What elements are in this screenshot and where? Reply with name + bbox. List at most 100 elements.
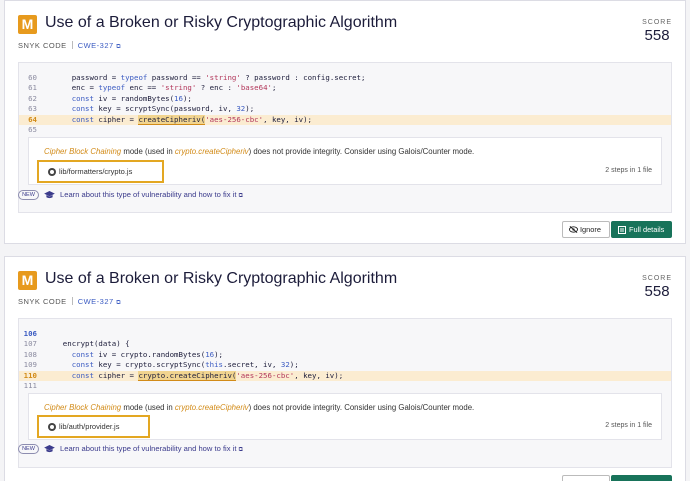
code-token: const — [71, 349, 94, 359]
code-token: password = — [45, 73, 121, 82]
score-value: 558 — [644, 27, 670, 44]
code-token: , key, iv); — [294, 370, 344, 380]
score-block: SCORE 558 — [642, 275, 672, 300]
code-snippet: 60 password = typeof password == 'string… — [19, 73, 671, 135]
new-badge: NEW — [18, 190, 39, 200]
action-buttons: Ignore Full details — [552, 221, 672, 238]
learn-link[interactable]: Learn about this type of vulnerability a… — [60, 444, 243, 454]
line-number: 111 — [23, 380, 37, 390]
code-line-highlighted: 110 const cipher = crypto.createCipheriv… — [19, 370, 671, 381]
code-token: const — [71, 93, 94, 103]
code-token: ); — [182, 93, 192, 103]
new-badge: NEW — [18, 444, 39, 454]
code-token: ); — [214, 349, 224, 359]
file-path-link[interactable]: lib/auth/provider.js — [37, 415, 150, 438]
issue-meta: SNYK CODE CWE-327 ⧉ — [18, 41, 121, 51]
code-token: enc = — [45, 83, 99, 93]
code-token: password == — [147, 73, 206, 82]
code-token: const — [71, 114, 94, 124]
code-token: ? enc : — [196, 83, 237, 93]
code-line: 62 const iv = randomBytes(16); — [19, 94, 671, 104]
source-label: SNYK CODE — [18, 41, 67, 50]
line-number: 64 — [28, 114, 37, 124]
code-token: .secret, iv, — [223, 360, 281, 370]
issue-title[interactable]: Use of a Broken or Risky Cryptographic A… — [45, 14, 397, 32]
code-token: cipher = — [93, 370, 139, 380]
line-number: 63 — [28, 104, 37, 114]
ignore-button[interactable] — [562, 475, 610, 481]
issue-meta: SNYK CODE CWE-327 ⧉ — [18, 297, 121, 307]
line-number: 61 — [28, 83, 37, 93]
function-highlight: crypto.createCipheriv — [174, 147, 249, 156]
divider — [71, 297, 73, 305]
external-link-icon: ⧉ — [116, 300, 122, 306]
code-line: 108 const iv = crypto.randomBytes(16); — [19, 350, 671, 360]
issue-header: M Use of a Broken or Risky Cryptographic… — [18, 14, 672, 55]
code-token: typeof — [98, 83, 126, 93]
code-line: 111 — [19, 381, 671, 391]
code-token: iv = randomBytes( — [93, 93, 175, 103]
code-line: 65 — [19, 125, 671, 135]
message-text-end: ) does not provide integrity. Consider u… — [248, 403, 475, 412]
divider — [71, 41, 73, 49]
code-line: 109 const key = crypto.scryptSync(this.s… — [19, 360, 671, 370]
learn-link-text: Learn about this type of vulnerability a… — [60, 444, 237, 453]
code-token: cipher = — [93, 114, 139, 124]
external-link-icon: ⧉ — [238, 193, 243, 199]
severity-badge: M — [18, 271, 37, 290]
line-number: 108 — [23, 349, 37, 359]
full-details-label: Full details — [629, 225, 665, 234]
code-token: ); — [289, 360, 299, 370]
issue-title[interactable]: Use of a Broken or Risky Cryptographic A… — [45, 270, 397, 288]
cbc-highlight: Cipher Block Chaining — [44, 403, 122, 412]
details-icon — [618, 226, 626, 234]
code-token: key = crypto.scryptSync( — [93, 360, 206, 370]
learn-link-text: Learn about this type of vulnerability a… — [60, 190, 237, 199]
code-token: 'aes-256-cbc' — [236, 370, 295, 380]
line-number: 62 — [28, 93, 37, 103]
line-number: 109 — [23, 360, 37, 370]
line-number: 106 — [23, 329, 37, 338]
ignore-button[interactable]: Ignore — [562, 221, 610, 238]
code-line: 106 — [19, 329, 671, 339]
line-number: 65 — [28, 124, 37, 134]
code-token: iv = crypto.randomBytes( — [93, 349, 206, 359]
issue-card: M Use of a Broken or Risky Cryptographic… — [4, 0, 686, 244]
finding-message: Cipher Block Chaining mode (used in cryp… — [44, 147, 474, 156]
line-number: 110 — [23, 370, 37, 380]
severity-badge: M — [18, 15, 37, 34]
eye-off-icon — [569, 226, 578, 233]
code-line: 107 encrypt(data) { — [19, 339, 671, 349]
full-details-button[interactable]: Full details — [611, 221, 672, 238]
github-icon — [48, 423, 56, 431]
score-block: SCORE 558 — [642, 19, 672, 44]
learn-link[interactable]: Learn about this type of vulnerability a… — [60, 190, 243, 200]
code-snippet: 106 107 encrypt(data) {108 const iv = cry… — [19, 329, 671, 391]
line-number: 60 — [28, 73, 37, 82]
file-path-link[interactable]: lib/formatters/crypto.js — [37, 160, 164, 183]
code-token: key = scryptSync(password, iv, — [93, 104, 237, 114]
source-label: SNYK CODE — [18, 297, 67, 306]
finding-message: Cipher Block Chaining mode (used in cryp… — [44, 403, 474, 412]
cwe-link[interactable]: CWE-327 — [78, 41, 114, 50]
full-details-button[interactable] — [611, 475, 672, 481]
graduation-cap-icon — [44, 191, 55, 199]
file-path: lib/formatters/crypto.js — [59, 167, 133, 176]
score-value: 558 — [644, 283, 670, 300]
message-text: mode (used in — [121, 403, 175, 412]
function-highlight: crypto.createCipheriv — [174, 403, 249, 412]
cwe-link[interactable]: CWE-327 — [78, 297, 114, 306]
code-line-highlighted: 64 const cipher = createCipheriv('aes-25… — [19, 114, 671, 125]
code-token: 'aes-256-cbc' — [205, 114, 264, 124]
external-link-icon: ⧉ — [116, 44, 122, 50]
code-line: 61 enc = typeof enc == 'string' ? enc : … — [19, 83, 671, 93]
finding-box: Cipher Block Chaining mode (used in cryp… — [28, 137, 662, 185]
code-token: typeof — [120, 73, 148, 82]
code-token: 16 — [174, 93, 183, 103]
message-text: mode (used in — [121, 147, 175, 156]
code-token: 'string' — [205, 73, 241, 82]
code-line: 63 const key = scryptSync(password, iv, … — [19, 104, 671, 114]
